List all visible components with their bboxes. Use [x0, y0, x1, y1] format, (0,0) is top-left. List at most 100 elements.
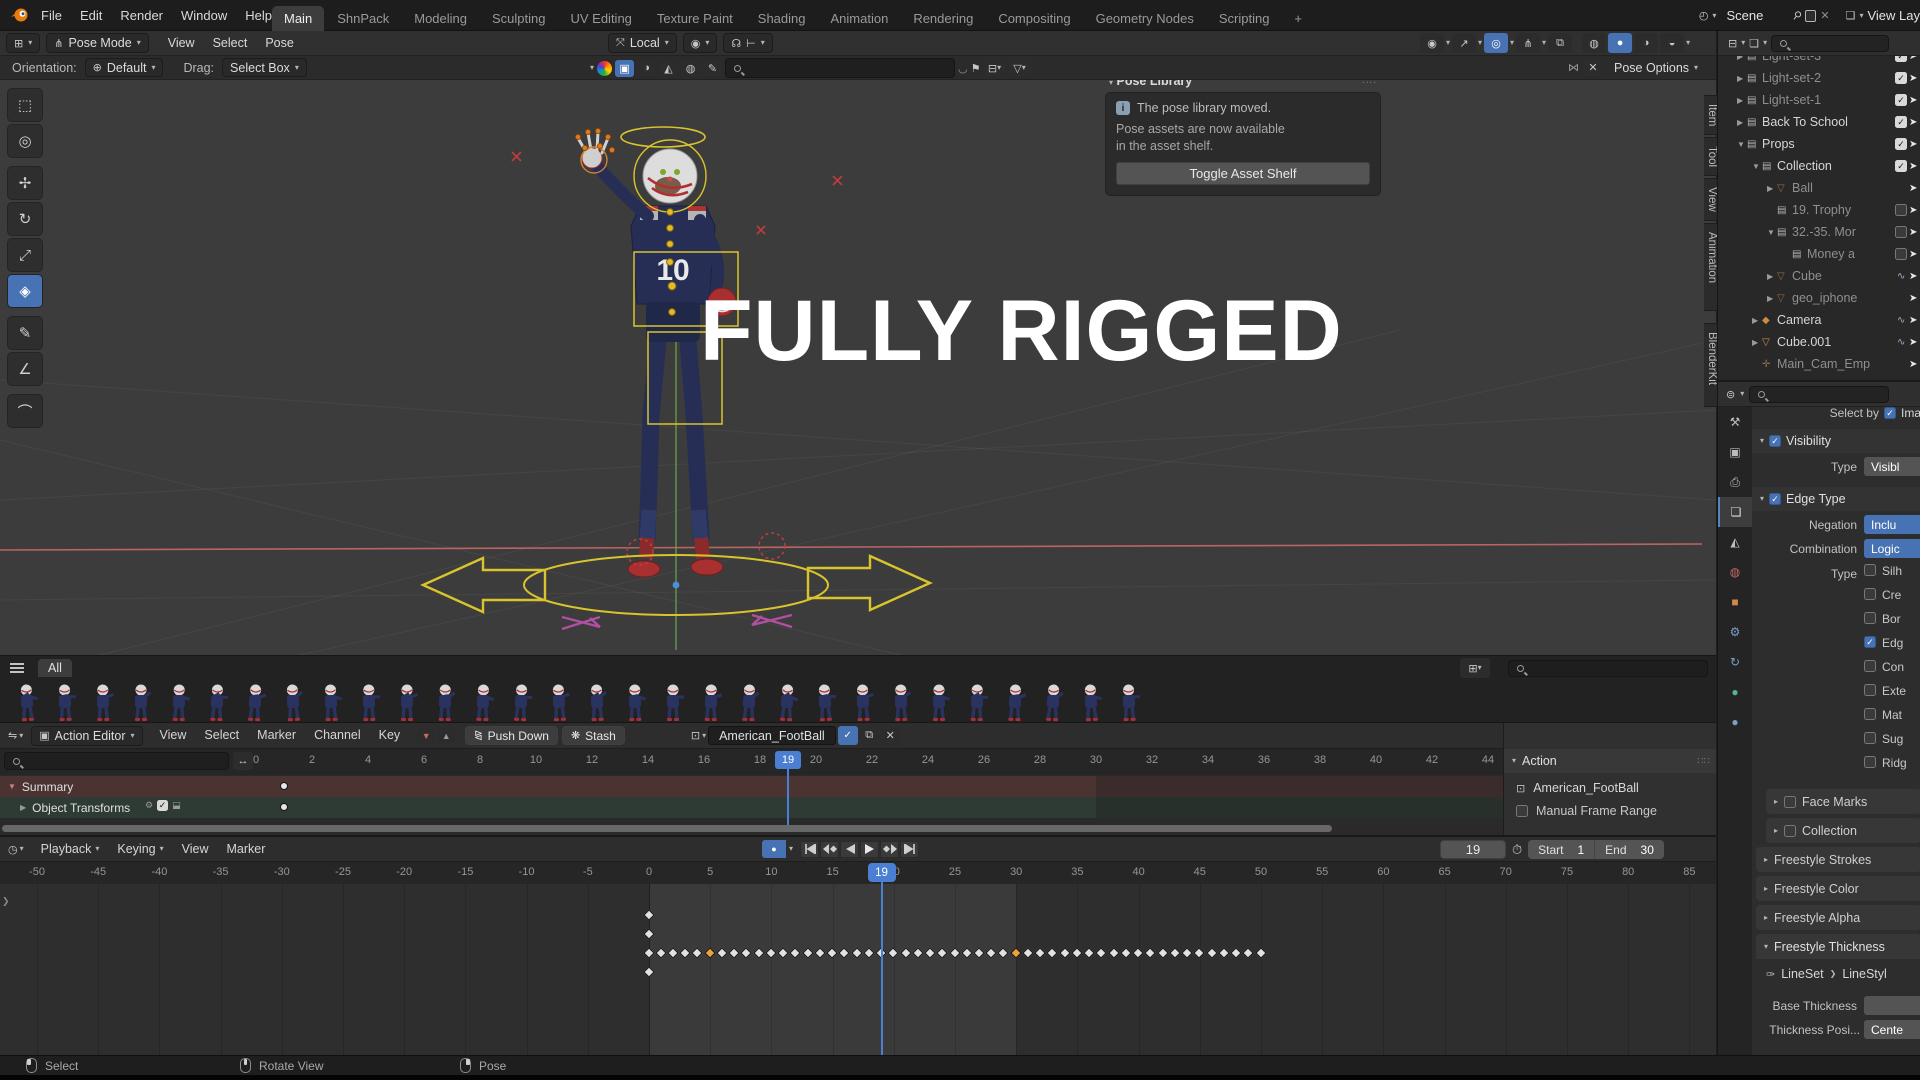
outliner-checkbox[interactable] [1895, 248, 1907, 260]
expand-arrow-icon[interactable]: ❯ [2, 896, 10, 907]
outliner-row[interactable]: ▶▽geo_iphone➤ [1718, 287, 1920, 309]
pose-thumbnail[interactable] [276, 681, 310, 723]
keyframe-dot[interactable] [280, 782, 288, 790]
timeline-playhead-label[interactable]: 19 [868, 863, 896, 882]
channel-up-button[interactable]: ▲ [437, 728, 455, 744]
auto-key-button[interactable]: ● [762, 840, 786, 858]
toggle-xray-button[interactable]: ⧉ [1548, 33, 1572, 53]
keyframe-diamond[interactable] [1218, 947, 1229, 958]
dope-search-input[interactable] [4, 752, 229, 770]
pose-thumbnail[interactable] [504, 681, 538, 723]
asset-shelf-display-button[interactable]: ⊞▾ [1460, 658, 1490, 678]
viewport-menu-view[interactable]: View [159, 31, 204, 56]
panel-freestyle-color[interactable]: ▸Freestyle Color [1756, 876, 1920, 901]
disclosure-right-icon[interactable]: ▶ [1767, 184, 1777, 193]
pose-thumbnail[interactable] [200, 681, 234, 723]
keyframe-diamond[interactable] [1132, 947, 1143, 958]
view-layer-name[interactable]: View Lay [1867, 8, 1920, 23]
pose-thumbnail[interactable] [922, 681, 956, 723]
frame-start-field[interactable]: Start1 [1528, 840, 1595, 859]
dope-pan-button[interactable]: ↔ [233, 752, 253, 770]
pose-thumbnail[interactable] [732, 681, 766, 723]
lineset-label[interactable]: LineSet [1781, 967, 1823, 981]
edge-type-checkbox[interactable] [1864, 708, 1876, 720]
workspace-tab-uv-editing[interactable]: UV Editing [558, 6, 643, 31]
keyframe-diamond[interactable] [1194, 947, 1205, 958]
pose-thumbnail[interactable] [428, 681, 462, 723]
lock-icon[interactable]: ⬓ [172, 800, 181, 811]
disclosure-right-icon[interactable]: ▶ [1752, 316, 1762, 325]
pose-thumbnail[interactable] [466, 681, 500, 723]
timeline-body[interactable]: -50-45-40-35-30-25-20-15-10-505101520253… [0, 862, 1716, 1055]
stash-button[interactable]: ❋Stash [562, 726, 625, 745]
restrict-select-icon[interactable]: ➤ [1909, 139, 1920, 150]
tool-measure[interactable]: ∠ [7, 352, 43, 386]
outliner-row[interactable]: ▶▽Ball➤ [1718, 177, 1920, 199]
pose-thumbnail[interactable] [1074, 681, 1108, 723]
outliner-checkbox[interactable]: ✓ [1895, 138, 1907, 150]
tool-rotate[interactable]: ↻ [7, 202, 43, 236]
menu-file[interactable]: File [32, 0, 71, 31]
blenderkit-collapse-icon[interactable]: ▾ [590, 64, 594, 72]
rating-icon[interactable]: ◡ [958, 62, 968, 75]
pose-thumbnail[interactable] [960, 681, 994, 723]
disclosure-right-icon[interactable]: ▶ [1737, 96, 1747, 105]
edge-type-section[interactable]: ▾✓Edge Type [1752, 487, 1920, 511]
keyframe-diamond[interactable] [1181, 947, 1192, 958]
asset-type-material-button[interactable]: ◑ [637, 60, 656, 77]
dope-playhead-line[interactable] [787, 769, 789, 825]
action-name-field[interactable]: American_FootBall [708, 726, 836, 745]
outliner-checkbox[interactable]: ✓ [1895, 94, 1907, 106]
restrict-select-icon[interactable]: ➤ [1909, 271, 1920, 282]
copy-icon[interactable] [1805, 10, 1816, 22]
toggle-asset-shelf-button[interactable]: Toggle Asset Shelf [1116, 162, 1370, 185]
duplicate-action-button[interactable]: ⧉ [860, 726, 879, 745]
pose-thumbnail[interactable] [656, 681, 690, 723]
edge-type-checkbox[interactable] [1864, 564, 1876, 576]
stopwatch-icon[interactable]: ⏱ [1512, 842, 1522, 858]
display-options-button[interactable]: ⊟▾ [984, 58, 1006, 78]
dope-playhead-label[interactable]: 19 [775, 751, 801, 769]
edge-type-checkbox[interactable] [1864, 756, 1876, 768]
action-panel-header[interactable]: ▾Action∷∷ [1504, 749, 1716, 773]
blenderkit-search-input[interactable] [725, 58, 955, 78]
outliner-row[interactable]: ▶▽Cube.001∿➤ [1718, 331, 1920, 353]
pose-thumbnail[interactable] [694, 681, 728, 723]
keyframe-diamond[interactable] [1047, 947, 1058, 958]
channel-down-button[interactable]: ▼ [417, 728, 435, 744]
pose-thumbnail[interactable] [808, 681, 842, 723]
filter-button[interactable]: ▽▾ [1009, 58, 1031, 78]
pose-thumbnail[interactable] [998, 681, 1032, 723]
blenderkit-logo-icon[interactable] [597, 61, 612, 76]
outliner-row[interactable]: ▶▽Cube∿➤ [1718, 265, 1920, 287]
pose-thumbnail[interactable] [846, 681, 880, 723]
outliner-row[interactable]: ▶◆Camera∿➤ [1718, 309, 1920, 331]
restrict-select-icon[interactable]: ➤ [1909, 95, 1920, 106]
properties-tab-object-data[interactable]: ● [1718, 677, 1752, 707]
current-frame-field[interactable]: 19 [1440, 840, 1506, 859]
play-button[interactable] [860, 841, 879, 858]
channel-object[interactable]: ▶Object Transforms [6, 797, 130, 818]
timeline-playhead-line[interactable] [881, 876, 883, 1055]
workspace-tab-shading[interactable]: Shading [746, 6, 818, 31]
pose-thumbnail[interactable] [314, 681, 348, 723]
outliner-row[interactable]: ▼▤Collection✓➤ [1718, 155, 1920, 177]
channel-summary[interactable]: ▼Summary [6, 776, 73, 797]
keyframe-diamond[interactable] [1120, 947, 1131, 958]
keyframe-diamond[interactable] [1022, 947, 1033, 958]
edge-type-checkbox[interactable] [1864, 732, 1876, 744]
workspace-tab-animation[interactable]: Animation [819, 6, 901, 31]
x-mirror-icon[interactable]: ⋈ [1568, 61, 1579, 74]
menu-window[interactable]: Window [172, 0, 236, 31]
dope-menu-view[interactable]: View [151, 723, 196, 748]
pose-thumbnail[interactable] [86, 681, 120, 723]
pose-thumbnail[interactable] [48, 681, 82, 723]
workspace-tab-compositing[interactable]: Compositing [986, 6, 1082, 31]
dope-menu-select[interactable]: Select [195, 723, 248, 748]
asset-shelf-menu-icon[interactable] [10, 663, 24, 673]
restrict-select-icon[interactable]: ➤ [1909, 315, 1920, 326]
restrict-select-icon[interactable]: ➤ [1909, 205, 1920, 216]
panel-collection[interactable]: ▸Collection [1766, 818, 1920, 843]
editor-timeline-icon[interactable]: ◷ [8, 843, 18, 856]
outliner-checkbox[interactable]: ✓ [1895, 72, 1907, 84]
